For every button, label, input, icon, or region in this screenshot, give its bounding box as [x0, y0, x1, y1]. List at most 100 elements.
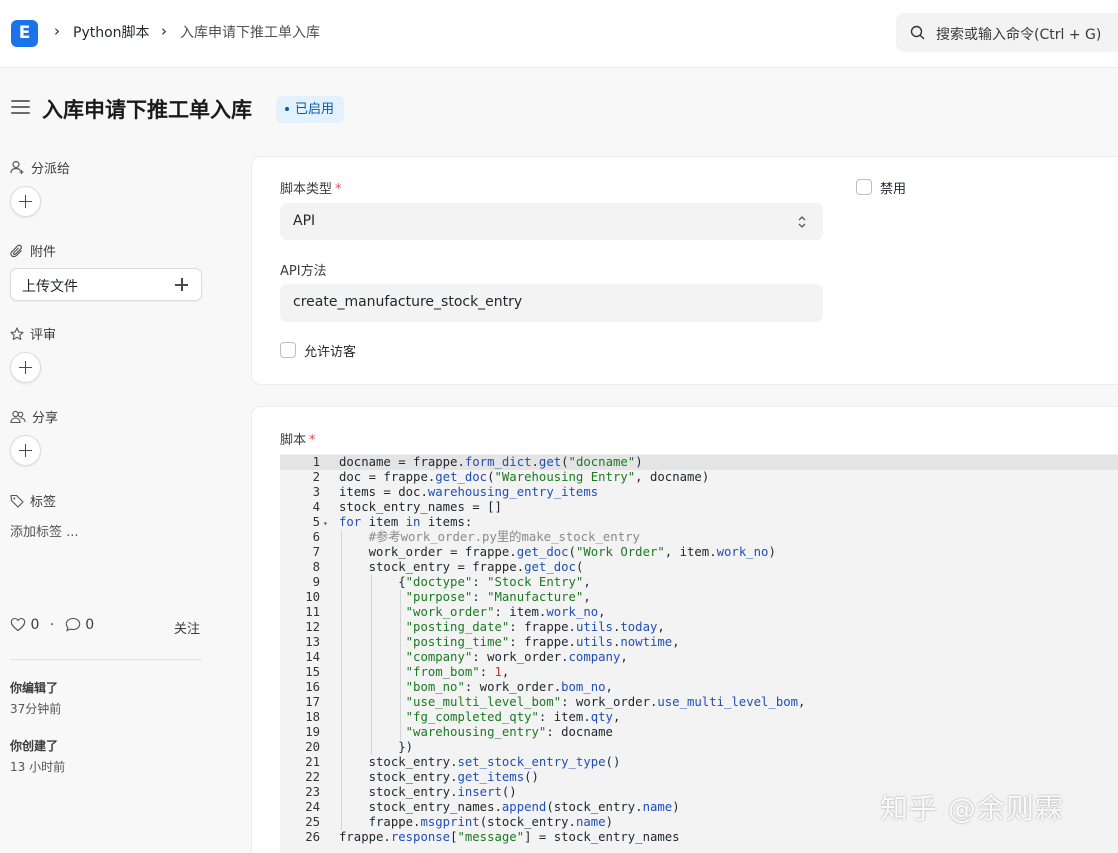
disabled-checkbox[interactable] [856, 179, 872, 195]
settings-card [251, 156, 1118, 385]
code-line: 7 work_order = frappe.get_doc("Work Orde… [280, 545, 776, 560]
line-number: 22 [305, 770, 320, 784]
line-number: 16 [305, 680, 320, 694]
code-text: frappe.msgprint(stock_entry.name) [339, 815, 613, 829]
plus-icon [175, 278, 188, 291]
script-label-text: 脚本 [280, 433, 307, 448]
line-number: 13 [305, 635, 320, 649]
share-label: 分享 [10, 407, 58, 426]
activity-created-title: 你创建了 [10, 739, 59, 753]
code-line: 13 "posting_time": frappe.utils.nowtime, [280, 635, 679, 650]
comments-count: 0 [85, 617, 95, 633]
status-dot-icon [285, 106, 289, 111]
code-line: 19 "warehousing_entry": docname [280, 725, 613, 740]
star-icon [10, 327, 24, 341]
required-mark: * [309, 433, 316, 448]
code-text: stock_entry.insert() [339, 785, 517, 799]
stats-separator: · [49, 617, 55, 633]
add-tag-link[interactable]: 添加标签 ... [10, 521, 79, 540]
attachments-label-text: 附件 [30, 245, 57, 260]
sidebar-toggle-icon[interactable] [11, 100, 30, 116]
assign-label-text: 分派给 [31, 162, 71, 177]
indent-guide [341, 530, 342, 830]
add-share-button[interactable] [10, 435, 41, 466]
required-mark: * [335, 182, 342, 197]
comment-icon[interactable] [65, 617, 81, 632]
code-text: stock_entry.get_items() [339, 770, 539, 784]
breadcrumb-python-script[interactable]: Python脚本 [73, 22, 150, 42]
page-title: 入库申请下推工单入库 [42, 98, 252, 122]
api-method-input[interactable]: create_manufacture_stock_entry [280, 284, 823, 322]
code-line: 10 "purpose": "Manufacture", [280, 590, 591, 605]
tag-icon [10, 494, 24, 508]
code-text: work_order = frappe.get_doc("Work Order"… [339, 545, 776, 559]
indent-guide [370, 575, 372, 755]
line-number: 12 [305, 620, 320, 634]
attachments-label: 附件 [10, 241, 56, 260]
code-text: stock_entry_names.append(stock_entry.nam… [339, 800, 680, 814]
review-label-text: 评审 [30, 328, 57, 343]
breadcrumb-current[interactable]: 入库申请下推工单入库 [180, 22, 320, 42]
paperclip-icon [10, 244, 22, 258]
code-line: 24 stock_entry_names.append(stock_entry.… [280, 800, 680, 815]
line-number: 18 [305, 710, 320, 724]
code-line: 3 items = doc.warehousing_entry_items [280, 485, 599, 500]
code-text: #参考work_order.py里的make_stock_entry [368, 530, 640, 544]
code-text: stock_entry.set_stock_entry_type() [339, 755, 621, 769]
line-number: 5 [312, 515, 320, 529]
line-number: 3 [312, 485, 320, 499]
line-number: 23 [305, 785, 320, 799]
heart-icon[interactable] [10, 617, 26, 632]
code-line: 4 stock_entry_names = [] [280, 500, 502, 515]
line-number: 2 [312, 470, 320, 484]
allow-guest-label: 允许访客 [304, 345, 357, 360]
code-text: "fg_completed_qty": item.qty, [405, 710, 621, 724]
code-line: 1 docname = frappe.form_dict.get("docname… [280, 455, 643, 470]
code-text: frappe.response["message"] = stock_entry… [339, 830, 680, 844]
add-assign-button[interactable] [10, 186, 41, 217]
line-number: 7 [312, 545, 320, 559]
follow-button[interactable]: 关注 [174, 618, 200, 637]
assign-label: 分派给 [10, 158, 70, 177]
fold-arrow-icon[interactable]: ▾ [320, 516, 339, 531]
script-type-select[interactable]: API [280, 203, 823, 240]
review-label: 评审 [10, 324, 56, 343]
code-line: 5 ▾ for item in items: [280, 515, 473, 531]
line-number: 1 [312, 455, 320, 469]
line-number: 25 [305, 815, 320, 829]
users-icon [10, 410, 26, 424]
watermark-text: 知乎 @余则霖 [880, 792, 1064, 825]
code-line: 11 "work_order": item.work_no, [280, 605, 605, 620]
code-text: stock_entry_names = [] [339, 500, 502, 514]
upload-file-button[interactable]: 上传文件 [10, 268, 202, 301]
upload-file-label: 上传文件 [22, 279, 78, 295]
app-logo[interactable]: E [11, 20, 38, 47]
line-number: 10 [305, 590, 320, 604]
search-bar[interactable]: 搜索或输入命令(Ctrl + G) [896, 13, 1118, 52]
code-text: "warehousing_entry": docname [405, 725, 613, 739]
tags-label-text: 标签 [30, 495, 57, 510]
code-text: items = doc.warehousing_entry_items [339, 485, 599, 499]
code-text: for item in items: [339, 515, 473, 529]
add-review-button[interactable] [10, 352, 41, 383]
line-number: 8 [312, 560, 320, 574]
allow-guest-checkbox[interactable] [280, 342, 296, 358]
disabled-label: 禁用 [880, 182, 907, 197]
code-line: 6 #参考work_order.py里的make_stock_entry [280, 530, 640, 545]
code-line: 22 stock_entry.get_items() [280, 770, 539, 785]
code-line: 2 doc = frappe.get_doc("Warehousing Entry… [280, 470, 710, 485]
api-method-label: API方法 [280, 264, 327, 279]
code-line: 17 "use_multi_level_bom": work_order.use… [280, 695, 805, 710]
code-line: 23 stock_entry.insert() [280, 785, 517, 800]
api-method-value: create_manufacture_stock_entry [293, 294, 523, 310]
line-number: 14 [305, 650, 320, 664]
tags-label: 标签 [10, 491, 56, 510]
line-number: 26 [305, 830, 320, 844]
indent-guide [400, 590, 402, 740]
sidebar-divider [10, 659, 202, 660]
line-number: 20 [305, 740, 320, 754]
code-line: 21 stock_entry.set_stock_entry_type() [280, 755, 620, 770]
search-placeholder: 搜索或输入命令(Ctrl + G) [936, 27, 1102, 43]
code-line: 18 "fg_completed_qty": item.qty, [280, 710, 620, 725]
line-number: 6 [312, 530, 320, 544]
